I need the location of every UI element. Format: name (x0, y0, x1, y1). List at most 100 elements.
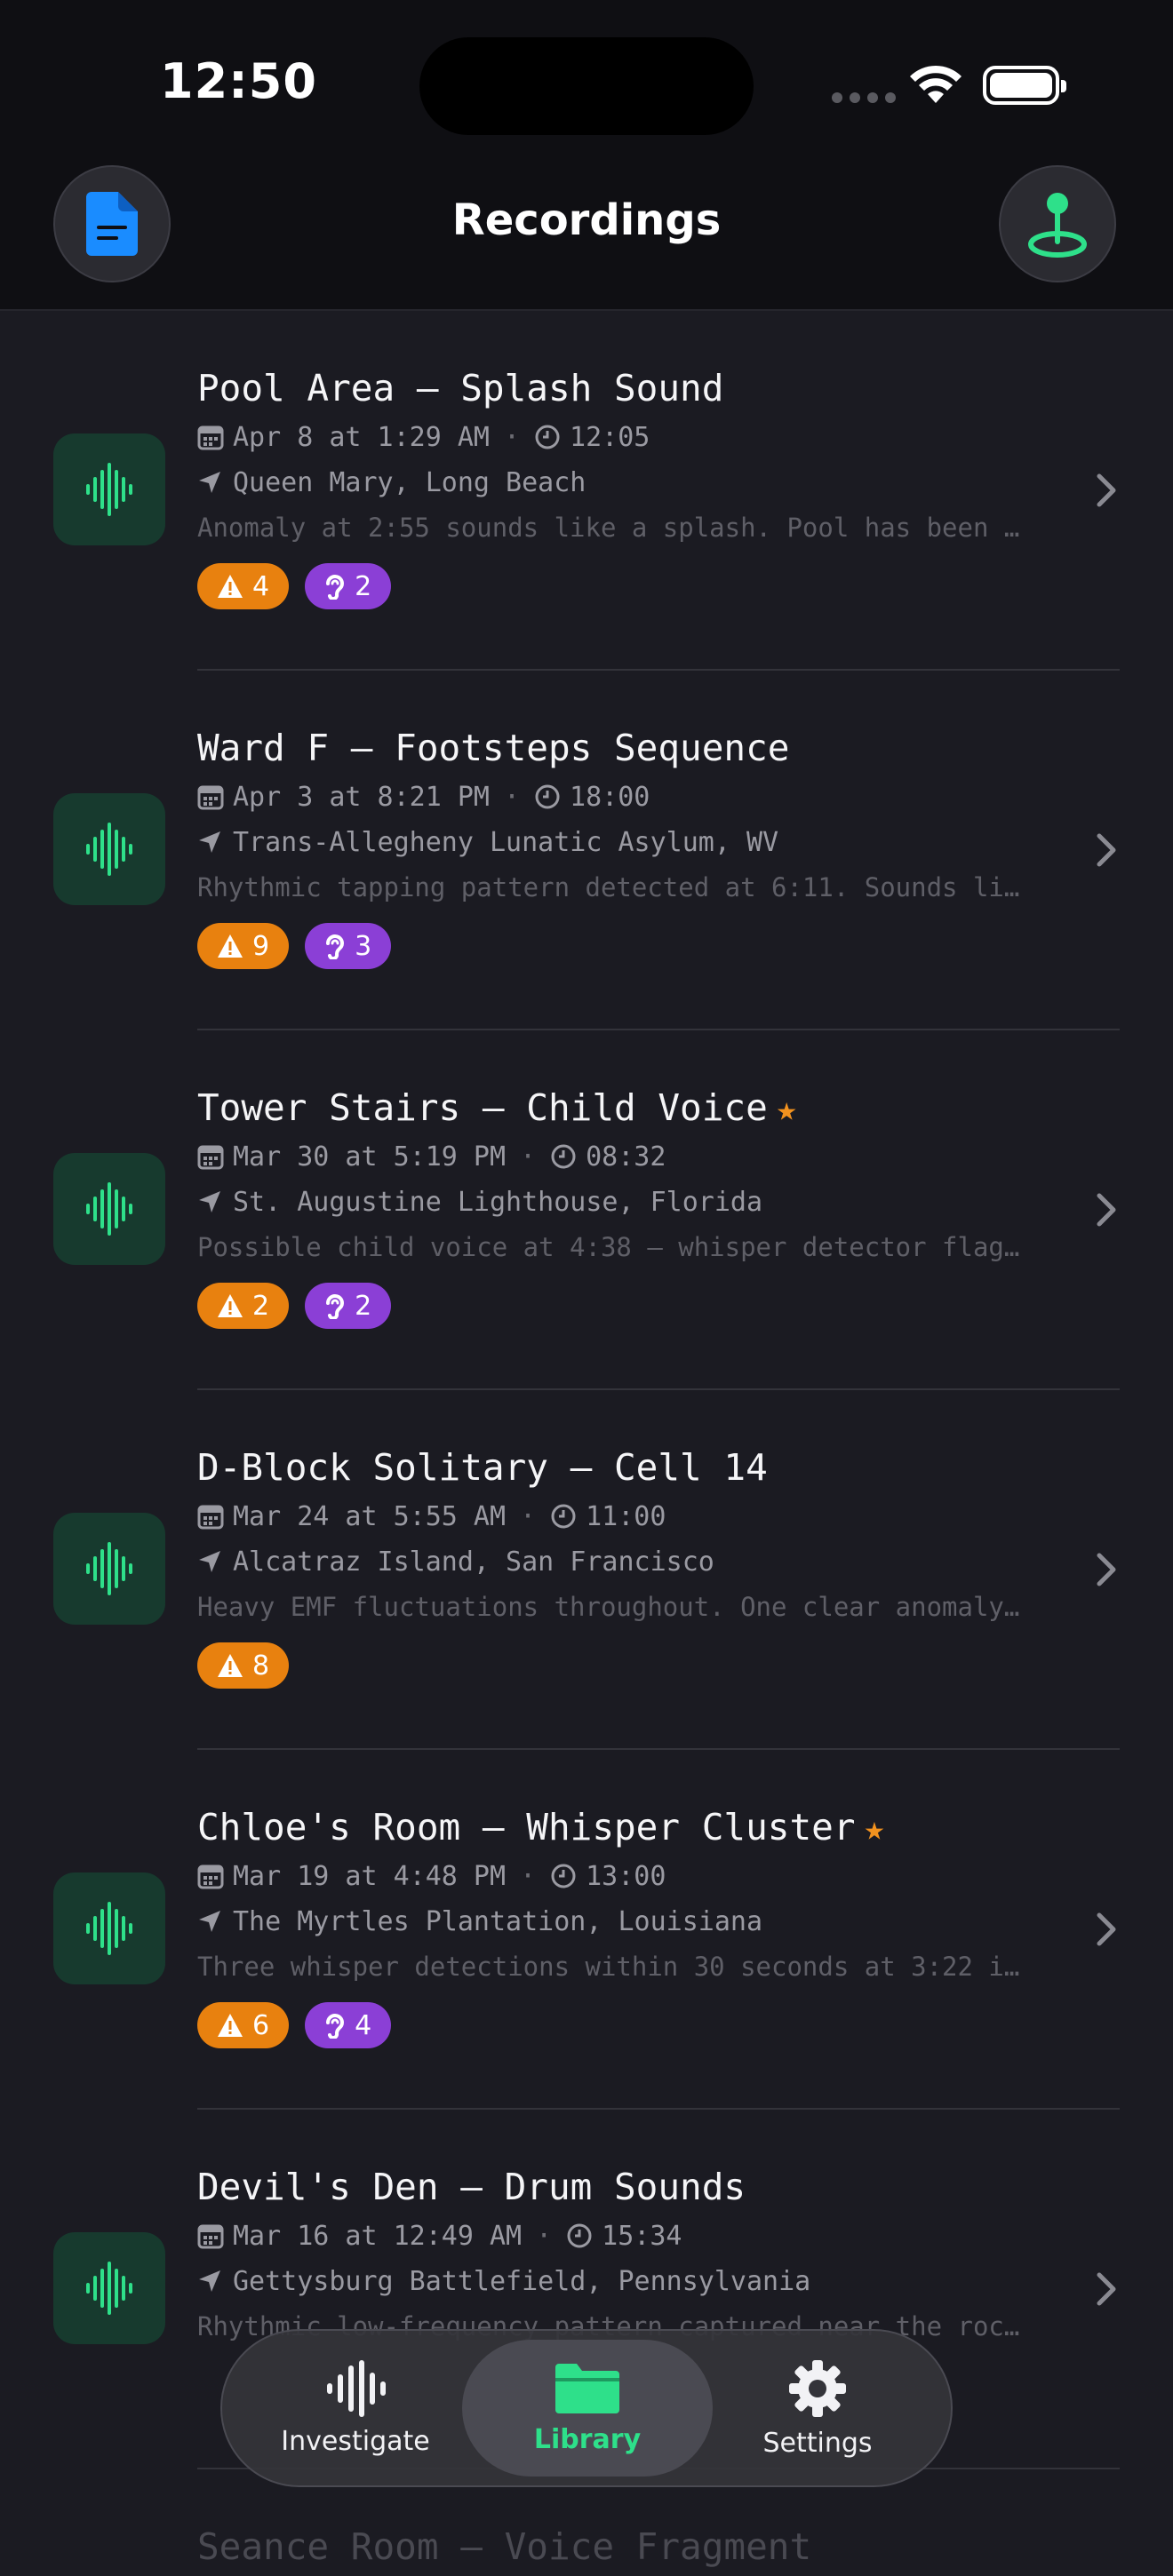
recording-duration: 15:34 (602, 2220, 682, 2252)
recording-location: Queen Mary, Long Beach (197, 460, 1084, 505)
tab-settings[interactable]: Settings (720, 2340, 915, 2477)
battery-icon (983, 66, 1066, 105)
page-title: Recordings (451, 195, 722, 245)
waveform-icon (86, 823, 132, 876)
recording-title: Devil's Den — Drum Sounds (197, 2166, 746, 2208)
location-arrow-icon (199, 1191, 220, 1212)
map-pin-button[interactable] (999, 165, 1116, 282)
whisper-badge: 4 (305, 2002, 392, 2048)
recording-note: Rhythmic tapping pattern detected at 6:1… (197, 872, 1024, 902)
recording-meta: Mar 30 at 5:19 PM · 08:32 (197, 1133, 1084, 1180)
waveform-icon (86, 2262, 132, 2315)
calendar-icon (197, 1864, 224, 1889)
recording-title: Pool Area — Splash Sound (197, 367, 724, 409)
location-arrow-icon (199, 1911, 220, 1932)
anomaly-badge: 8 (197, 1642, 290, 1689)
recording-row[interactable]: Chloe's Room — Whisper Cluster ★ Mar 19 a… (0, 1750, 1173, 2110)
calendar-icon (197, 1145, 224, 1170)
location-arrow-icon (199, 831, 220, 853)
recording-note: Heavy EMF fluctuations throughout. One c… (197, 1592, 1024, 1622)
anomaly-badge: 4 (197, 563, 290, 609)
recording-duration: 13:00 (586, 1860, 666, 1892)
recording-title: D-Block Solitary — Cell 14 (197, 1446, 768, 1489)
recording-date: Mar 24 at 5:55 AM (233, 1500, 507, 1532)
recording-location: Trans-Allegheny Lunatic Asylum, WV (197, 820, 1084, 864)
waveform-thumbnail (53, 433, 165, 545)
recording-meta: Mar 16 at 12:49 AM · 15:34 (197, 2213, 1084, 2259)
recording-meta: Mar 19 at 4:48 PM · 13:00 (197, 1853, 1084, 1899)
recording-row[interactable]: Pool Area — Splash Sound Apr 8 at 1:29 A… (0, 311, 1173, 671)
ear-icon (326, 575, 345, 600)
recording-title: Seance Room — Voice Fragment (197, 2525, 812, 2568)
recording-row[interactable]: Ward F — Footsteps Sequence Apr 3 at 8:2… (0, 671, 1173, 1030)
calendar-icon (197, 1505, 224, 1530)
status-time: 12:50 (160, 53, 317, 109)
gear-icon (789, 2359, 846, 2417)
calendar-icon (197, 785, 224, 810)
tab-investigate[interactable]: Investigate (258, 2340, 453, 2477)
ear-icon (326, 934, 345, 959)
folder-icon (555, 2363, 619, 2413)
waveform-icon (86, 1542, 132, 1595)
recording-meta: Apr 3 at 8:21 PM · 18:00 (197, 774, 1084, 820)
wifi-icon (910, 65, 962, 103)
anomaly-badge: 9 (197, 923, 290, 969)
recording-title: Tower Stairs — Child Voice ★ (197, 1086, 797, 1129)
chevron-right-icon (1097, 833, 1116, 867)
calendar-icon (197, 2224, 224, 2249)
whisper-badge: 2 (305, 1283, 392, 1329)
clock-icon (551, 1144, 576, 1169)
waveform-thumbnail (53, 1513, 165, 1625)
location-pin-icon (1028, 193, 1087, 258)
warning-icon (218, 2014, 243, 2037)
chevron-right-icon (1097, 1193, 1116, 1227)
recording-duration: 11:00 (586, 1500, 666, 1532)
cellular-signal-icon (832, 92, 896, 103)
recording-note: Possible child voice at 4:38 — whisper d… (197, 1232, 1024, 1262)
recording-location: The Myrtles Plantation, Louisiana (197, 1899, 1084, 1944)
recording-duration: 18:00 (570, 781, 650, 813)
recordings-list[interactable]: Pool Area — Splash Sound Apr 8 at 1:29 A… (0, 311, 1173, 2576)
location-arrow-icon (199, 2270, 220, 2292)
tab-library[interactable]: Library (462, 2340, 713, 2477)
anomaly-badge: 6 (197, 2002, 290, 2048)
warning-icon (218, 1294, 243, 1317)
waveform-thumbnail (53, 1153, 165, 1265)
waveform-icon (327, 2359, 386, 2417)
location-arrow-icon (199, 1551, 220, 1572)
waveform-icon (86, 463, 132, 516)
ear-icon (326, 1294, 345, 1319)
recording-duration: 12:05 (570, 421, 650, 453)
waveform-thumbnail (53, 2232, 165, 2344)
recording-row[interactable]: Tower Stairs — Child Voice ★ Mar 30 at 5:… (0, 1030, 1173, 1390)
tab-library-label: Library (533, 2423, 642, 2455)
recording-date: Mar 16 at 12:49 AM (233, 2220, 523, 2252)
recording-title: Chloe's Room — Whisper Cluster ★ (197, 1806, 885, 1849)
clock-icon (551, 1504, 576, 1529)
recording-note: Three whisper detections within 30 secon… (197, 1952, 1024, 1982)
clock-icon (535, 784, 560, 809)
location-arrow-icon (199, 472, 220, 493)
warning-icon (218, 934, 243, 958)
recording-duration: 08:32 (586, 1141, 666, 1173)
recording-title: Ward F — Footsteps Sequence (197, 727, 790, 769)
recording-location: St. Augustine Lighthouse, Florida (197, 1180, 1084, 1224)
recording-date: Apr 8 at 1:29 AM (233, 421, 490, 453)
dynamic-island (419, 37, 754, 135)
whisper-badge: 2 (305, 563, 392, 609)
chevron-right-icon (1097, 1912, 1116, 1946)
waveform-thumbnail (53, 1872, 165, 1984)
whisper-badge: 3 (305, 923, 392, 969)
recording-row[interactable]: D-Block Solitary — Cell 14 Mar 24 at 5:5… (0, 1390, 1173, 1750)
clock-icon (567, 2223, 592, 2248)
recording-meta: Mar 24 at 5:55 AM · 11:00 (197, 1493, 1084, 1539)
favorite-star-icon: ★ (776, 1089, 797, 1128)
anomaly-badge: 2 (197, 1283, 290, 1329)
tab-settings-label: Settings (762, 2427, 873, 2459)
chevron-right-icon (1097, 2272, 1116, 2306)
tab-investigate-label: Investigate (281, 2425, 430, 2457)
waveform-icon (86, 1182, 132, 1236)
recording-note: Anomaly at 2:55 sounds like a splash. Po… (197, 513, 1024, 543)
recording-location: Alcatraz Island, San Francisco (197, 1539, 1084, 1584)
waveform-thumbnail (53, 793, 165, 905)
